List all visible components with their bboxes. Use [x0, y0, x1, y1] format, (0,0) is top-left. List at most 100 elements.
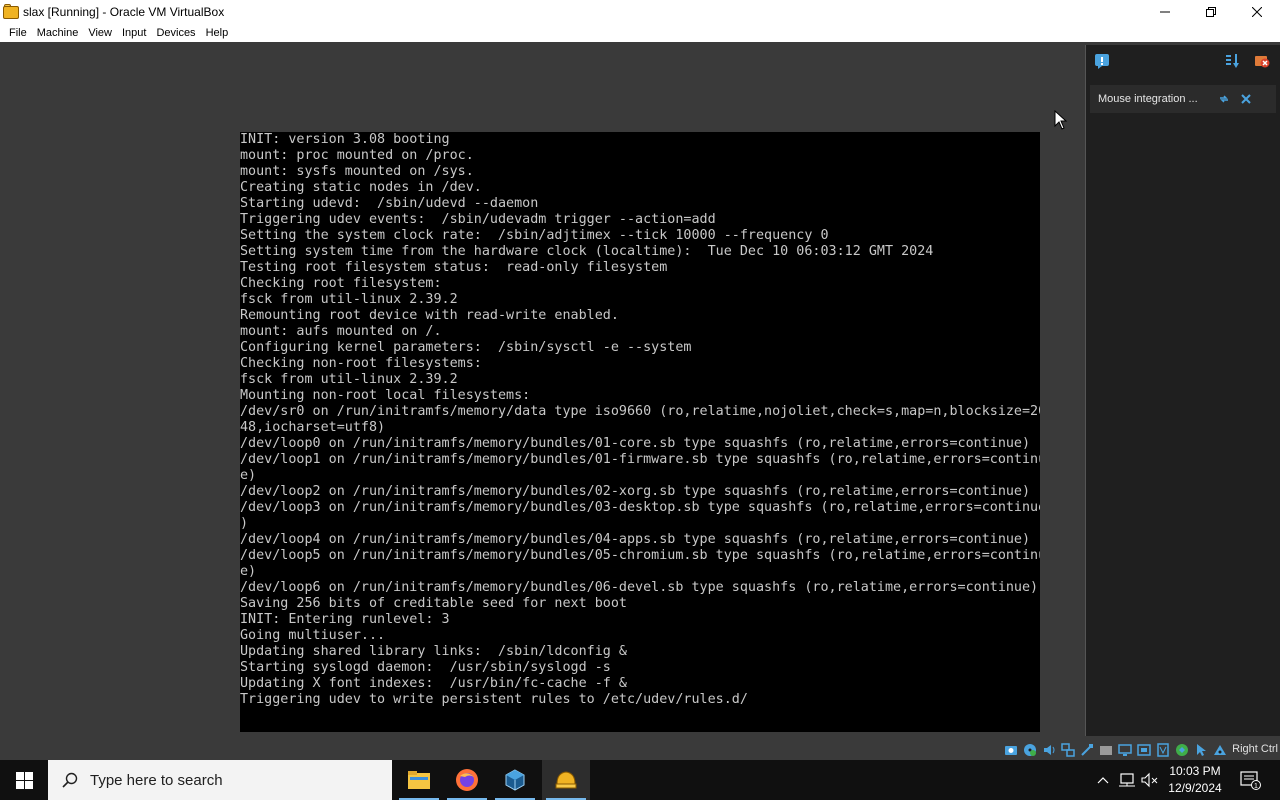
- console-line: Setting the system clock rate: /sbin/adj…: [240, 228, 829, 243]
- virtualbox-manager-taskbar-button[interactable]: [491, 760, 539, 800]
- vt-x-icon[interactable]: [1154, 742, 1171, 757]
- console-line: Configuring kernel parameters: /sbin/sys…: [240, 340, 692, 355]
- menu-devices[interactable]: Devices: [151, 27, 200, 39]
- console-line: Testing root filesystem status: read-onl…: [240, 260, 668, 275]
- notice-toggle-button[interactable]: [1216, 91, 1232, 107]
- mouse-integration-icon[interactable]: [1192, 742, 1209, 757]
- menu-machine[interactable]: Machine: [32, 27, 84, 39]
- search-placeholder: Type here to search: [90, 771, 223, 789]
- menu-view[interactable]: View: [83, 27, 117, 39]
- console-line: INIT: Entering runlevel: 3: [240, 612, 450, 627]
- close-icon: [1252, 6, 1262, 17]
- menu-input[interactable]: Input: [117, 27, 151, 39]
- network-status-icon: [1119, 773, 1135, 787]
- vm-console-screen[interactable]: INIT: version 3.08 booting mount: proc mo…: [240, 132, 1040, 732]
- console-line: mount: sysfs mounted on /sys.: [240, 164, 474, 179]
- search-icon: [62, 772, 78, 788]
- close-icon: [1241, 94, 1251, 104]
- chevron-up-icon: [1097, 777, 1109, 784]
- console-line: 48,iocharset=utf8): [240, 420, 386, 435]
- toggle-arrows-icon: [1220, 95, 1228, 103]
- menu-help[interactable]: Help: [201, 27, 234, 39]
- minimize-button[interactable]: [1142, 0, 1188, 23]
- volume-tray-button[interactable]: [1140, 760, 1160, 800]
- sort-icon[interactable]: [1222, 51, 1242, 71]
- console-line: /dev/loop4 on /run/initramfs/memory/bund…: [240, 532, 1031, 547]
- console-line: Updating shared library links: /sbin/ldc…: [240, 644, 627, 659]
- windows-logo-icon: [15, 771, 33, 789]
- virtualbox-cube-icon: [505, 769, 525, 791]
- start-button[interactable]: [0, 760, 48, 800]
- console-line: ): [240, 516, 249, 531]
- hard-disk-icon[interactable]: [1002, 742, 1019, 757]
- action-center-button[interactable]: 1: [1232, 760, 1268, 800]
- window-titlebar[interactable]: slax [Running] - Oracle VM VirtualBox: [0, 0, 1280, 23]
- minimize-icon: [1160, 11, 1170, 12]
- close-button[interactable]: [1234, 0, 1280, 23]
- shared-folders-icon[interactable]: [1097, 742, 1114, 757]
- slax-vm-taskbar-button[interactable]: [542, 760, 590, 800]
- console-line: Saving 256 bits of creditable seed for n…: [240, 596, 627, 611]
- console-line: INIT: version 3.08 booting: [240, 132, 450, 147]
- clear-notifications-icon[interactable]: [1252, 51, 1272, 71]
- console-line: fsck from util-linux 2.39.2: [240, 292, 458, 307]
- menu-file[interactable]: File: [4, 27, 32, 39]
- console-line: Triggering udev events: /sbin/udevadm tr…: [240, 212, 716, 227]
- virtualbox-folder-icon: [3, 3, 19, 20]
- console-line: /dev/loop2 on /run/initramfs/memory/bund…: [240, 484, 1031, 499]
- notice-close-button[interactable]: [1238, 91, 1254, 107]
- firefox-icon: [456, 769, 478, 791]
- console-line: /dev/loop1 on /run/initramfs/memory/bund…: [240, 452, 1040, 467]
- clock-time: 10:03 PM: [1169, 764, 1221, 778]
- console-line: /dev/loop6 on /run/initramfs/memory/bund…: [240, 580, 1039, 595]
- console-line: Starting udevd: /sbin/udevd --daemon: [240, 196, 539, 211]
- console-line: Starting syslogd daemon: /usr/sbin/syslo…: [240, 660, 611, 675]
- guest-additions-icon[interactable]: [1173, 742, 1190, 757]
- console-line: Checking non-root filesystems:: [240, 356, 482, 371]
- optical-drive-icon[interactable]: [1021, 742, 1038, 757]
- windows-taskbar: Type here to search 10:03 PM 12/9/2024 1: [0, 760, 1280, 800]
- file-explorer-taskbar-button[interactable]: [395, 760, 443, 800]
- console-line: Triggering udev to write persistent rule…: [240, 692, 748, 707]
- console-line: fsck from util-linux 2.39.2: [240, 372, 458, 387]
- clock-date: 12/9/2024: [1168, 781, 1222, 795]
- mouse-integration-notice[interactable]: Mouse integration ...: [1090, 85, 1276, 113]
- host-key-label[interactable]: Right Ctrl: [1232, 743, 1278, 755]
- network-tray-button[interactable]: [1116, 760, 1138, 800]
- notification-side-panel: Mouse integration ...: [1082, 42, 1280, 739]
- vm-display-area[interactable]: INIT: version 3.08 booting mount: proc mo…: [0, 42, 1082, 739]
- console-line: Mounting non-root local filesystems:: [240, 388, 531, 403]
- slax-vm-icon: [555, 771, 577, 789]
- audio-icon[interactable]: [1040, 742, 1057, 757]
- network-icon[interactable]: [1059, 742, 1076, 757]
- console-line: Checking root filesystem:: [240, 276, 442, 291]
- console-line: /dev/sr0 on /run/initramfs/memory/data t…: [240, 404, 1040, 419]
- console-line: mount: proc mounted on /proc.: [240, 148, 474, 163]
- notice-text: Mouse integration ...: [1098, 93, 1198, 105]
- console-line: e): [240, 564, 257, 579]
- video-capture-icon[interactable]: [1135, 742, 1152, 757]
- notification-count: 1: [1254, 783, 1258, 790]
- keyboard-capture-icon[interactable]: [1211, 742, 1228, 757]
- menubar: File Machine View Input Devices Help: [0, 23, 1280, 42]
- restore-icon: [1206, 6, 1216, 17]
- file-explorer-icon: [408, 771, 430, 789]
- console-line: Creating static nodes in /dev.: [240, 180, 482, 195]
- console-line: Updating X font indexes: /usr/bin/fc-cac…: [240, 676, 627, 691]
- firefox-taskbar-button[interactable]: [443, 760, 491, 800]
- console-line: /dev/loop5 on /run/initramfs/memory/bund…: [240, 548, 1040, 563]
- vm-statusbar: Right Ctrl: [0, 739, 1280, 760]
- mouse-pointer-icon: [1054, 110, 1068, 130]
- usb-icon[interactable]: [1078, 742, 1095, 757]
- notification-center-icon[interactable]: [1092, 51, 1112, 71]
- taskbar-search-box[interactable]: Type here to search: [48, 760, 392, 800]
- console-line: e): [240, 468, 257, 483]
- show-hidden-icons-button[interactable]: [1094, 760, 1112, 800]
- restore-button[interactable]: [1188, 0, 1234, 23]
- display-icon[interactable]: [1116, 742, 1133, 757]
- taskbar-clock[interactable]: 10:03 PM 12/9/2024: [1160, 763, 1230, 797]
- console-line: Setting system time from the hardware cl…: [240, 244, 934, 259]
- console-line: mount: aufs mounted on /.: [240, 324, 442, 339]
- console-line: Going multiuser...: [240, 628, 386, 643]
- console-line: Remounting root device with read-write e…: [240, 308, 619, 323]
